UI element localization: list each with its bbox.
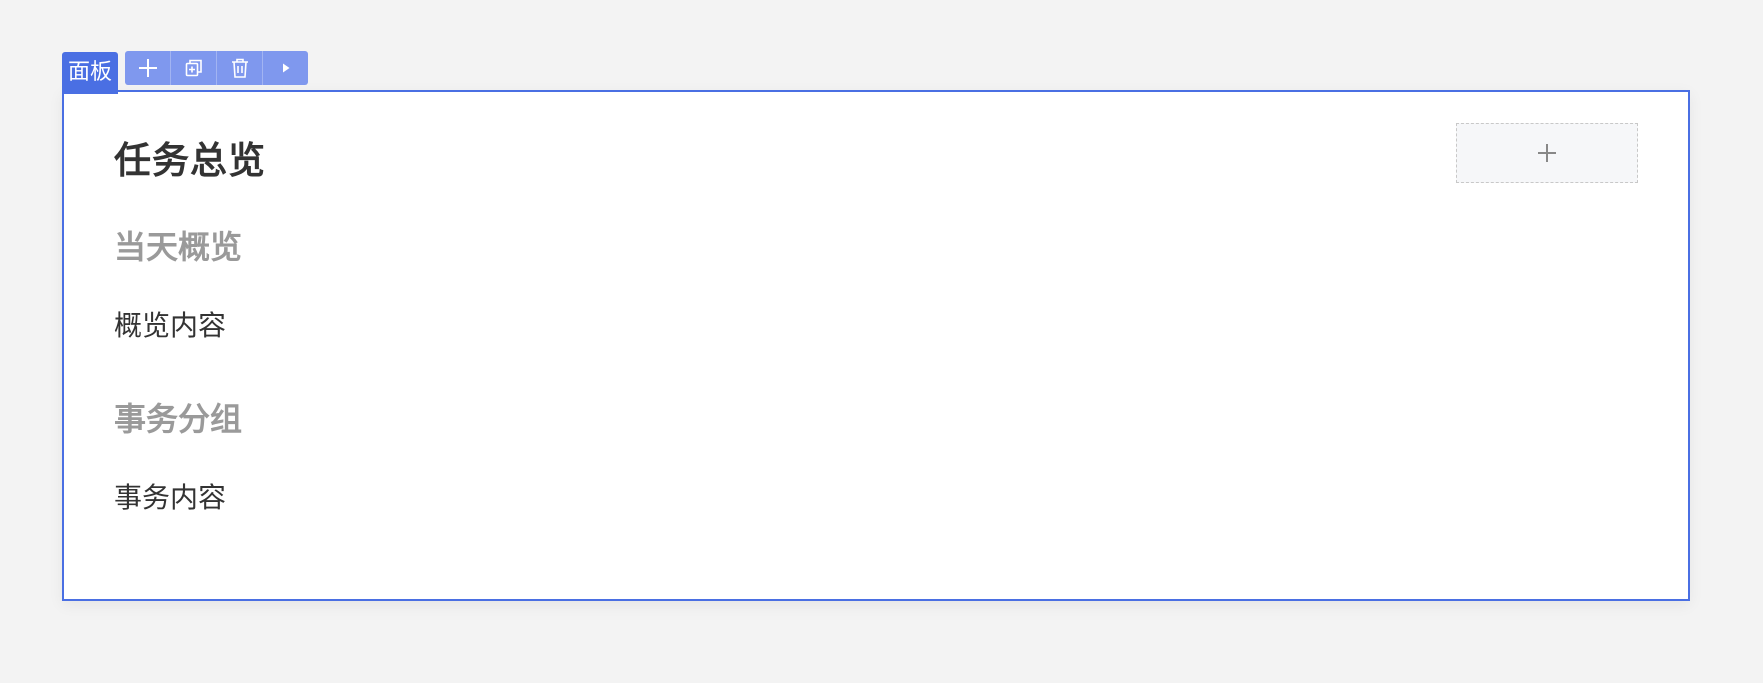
- section-heading: 事务分组: [114, 400, 243, 438]
- panel-tag[interactable]: 面板: [62, 52, 118, 94]
- duplicate-button[interactable]: [171, 51, 217, 85]
- section-heading: 当天概览: [114, 228, 243, 266]
- add-button[interactable]: [125, 51, 171, 85]
- delete-button[interactable]: [217, 51, 263, 85]
- panel-toolbar: [125, 51, 308, 85]
- section-content: 事务内容: [114, 481, 227, 514]
- plus-icon: [138, 59, 157, 77]
- plus-icon: [1538, 144, 1556, 162]
- panel-title: 任务总览: [114, 139, 266, 182]
- trash-icon: [231, 58, 248, 78]
- editor-canvas: 面板 任务总览 当天概览 概览内容 事务分组 事务内容: [0, 0, 1763, 683]
- panel[interactable]: 任务总览 当天概览 概览内容 事务分组 事务内容: [62, 90, 1690, 601]
- play-icon: [282, 63, 289, 73]
- add-component-slot[interactable]: [1456, 123, 1638, 183]
- more-button[interactable]: [263, 51, 308, 85]
- copy-icon: [185, 59, 202, 77]
- section-content: 概览内容: [114, 309, 227, 342]
